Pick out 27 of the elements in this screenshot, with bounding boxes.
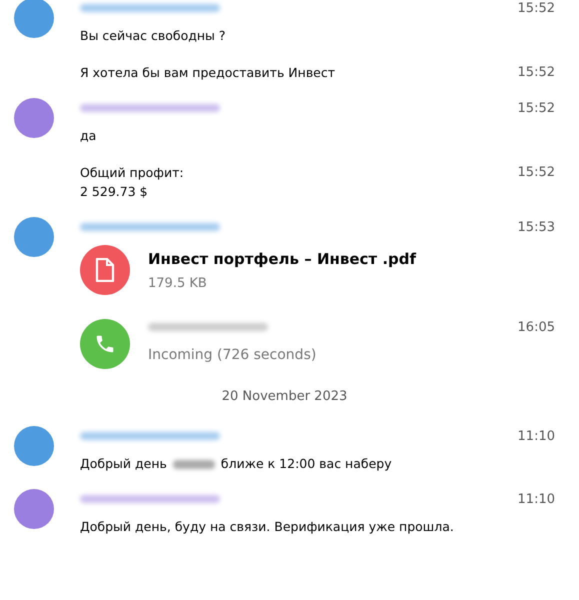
- message-text: Добрый день: [80, 456, 167, 471]
- phone-icon: [80, 319, 130, 369]
- message-time: 15:53: [518, 220, 555, 234]
- message-text: да: [80, 127, 96, 145]
- message-text: Вы сейчас свободны ?: [80, 27, 226, 45]
- message-text: Я хотела бы вам предоставить Инвест: [80, 64, 336, 82]
- message-time: 15:52: [518, 164, 555, 182]
- date-separator: 20 November 2023: [222, 389, 348, 404]
- message-time: 16:05: [518, 320, 555, 334]
- avatar[interactable]: [14, 98, 54, 138]
- message-time: 15:52: [518, 100, 555, 116]
- file-name[interactable]: Инвест портфель – Инвест .pdf: [148, 250, 416, 268]
- file-size: 179.5 KB: [148, 276, 208, 290]
- blurred-word: [172, 460, 215, 470]
- message-time: 15:52: [518, 64, 555, 82]
- file-icon[interactable]: [80, 245, 130, 295]
- message-time: 15:52: [518, 0, 555, 16]
- call-status: Incoming (726 seconds): [148, 347, 318, 363]
- avatar[interactable]: [14, 489, 54, 529]
- message-text: ближе к 12:00 вас наберу: [220, 456, 392, 471]
- avatar[interactable]: [14, 0, 54, 38]
- message-text: Общий профит: 2 529.73 $: [80, 164, 184, 201]
- avatar[interactable]: [14, 426, 54, 466]
- message-time: 11:10: [518, 428, 555, 444]
- message-time: 11:10: [518, 492, 555, 506]
- avatar[interactable]: [14, 217, 54, 257]
- message-text: Добрый день, буду на связи. Верификация уже прошла.: [80, 518, 454, 536]
